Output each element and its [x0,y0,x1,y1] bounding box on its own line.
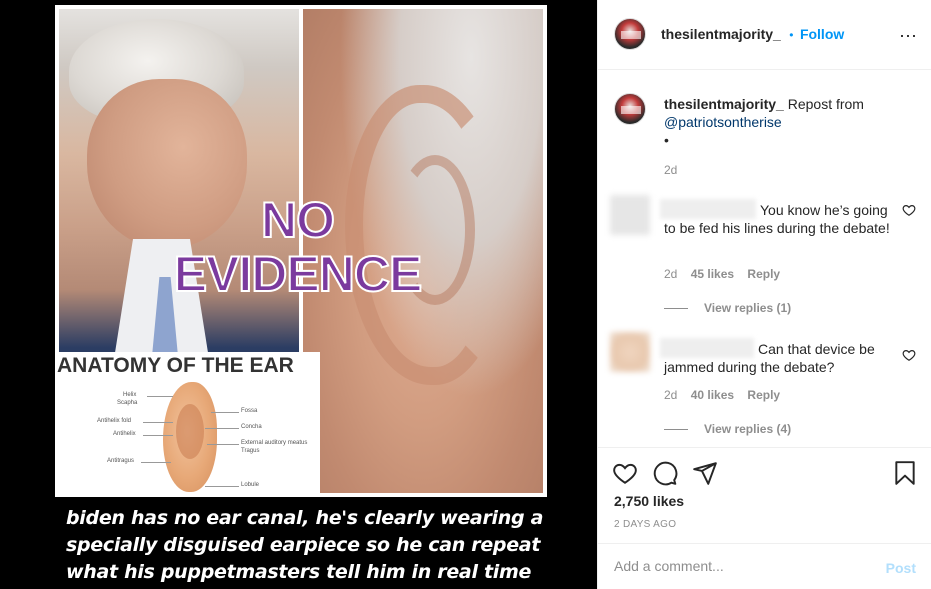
reply-button[interactable]: Reply [747,388,780,402]
reply-button[interactable]: Reply [747,267,780,281]
overlay-line-2: EVIDENCE [173,246,424,302]
ear-label: Scapha [117,400,138,406]
view-replies-button[interactable]: View replies (1) [664,301,791,315]
avatar[interactable] [614,93,646,125]
likes-count[interactable]: 2,750 likes [614,493,684,509]
caption-time[interactable]: 2d [664,161,904,179]
comment-likes[interactable]: 45 likes [691,267,734,281]
anatomy-title: ANATOMY OF THE EAR [57,354,294,377]
caption-bullet: • [664,132,669,148]
ear-label: Concha [241,424,262,430]
ear-label: Helix [123,392,137,398]
comment-likes[interactable]: 40 likes [691,388,734,402]
heart-icon[interactable] [902,348,916,362]
comments-section[interactable]: thesilentmajority_ Repost from @patriots… [598,71,931,447]
bookmark-icon[interactable] [892,460,918,486]
caption-line: what his puppetmasters tell him in real … [66,561,532,583]
ear-anatomy-diagram: ANATOMY OF THE EAR Helix Scapha Antiheli… [55,352,320,497]
commenter-avatar[interactable] [610,332,650,372]
no-evidence-overlay: NO EVIDENCE [155,192,440,302]
comment-text: Can that device be jammed during the deb… [664,341,875,375]
ear-label: Antihelix [113,431,136,437]
post-date[interactable]: 2 DAYS AGO [614,519,676,530]
ear-label: External auditory meatus [241,440,308,446]
post-button[interactable]: Post [886,560,916,576]
ear-label: Antihelix fold [97,418,132,424]
separator-dot: • [789,28,794,42]
post-actions: 2,750 likes 2 DAYS AGO [598,447,931,543]
caption-line: specially disguised earpiece so he can r… [66,534,541,556]
header-username[interactable]: thesilentmajority_ [661,26,781,42]
ear-label: Tragus [241,448,260,454]
ear-label: Antitragus [107,458,135,464]
avatar[interactable] [614,18,646,50]
heart-icon[interactable] [902,203,916,217]
comment-text: You know he’s going to be fed his lines … [664,202,890,236]
comment-time[interactable]: 2d [664,388,677,402]
view-replies-button[interactable]: View replies (4) [664,422,791,436]
caption-text: Repost from [787,96,864,112]
post-header: thesilentmajority_ • Follow ⋯ [598,0,931,70]
caption-username[interactable]: thesilentmajority_ [664,96,784,112]
ear-label: Fossa [241,408,258,414]
post-media[interactable]: NO EVIDENCE ANATOMY OF THE EAR Helix Sca… [0,0,597,589]
overlay-line-1: NO [260,192,336,248]
add-comment-bar: Post [598,543,931,589]
more-options-icon[interactable]: ⋯ [899,26,918,47]
comment-icon[interactable] [652,460,678,486]
ear-label: Lobule [241,482,260,488]
comment-input[interactable] [614,558,864,574]
post-sidebar: thesilentmajority_ • Follow ⋯ thesilentm… [597,0,931,589]
meme-caption: biden has no ear canal, he's clearly wea… [66,505,566,586]
comment-time[interactable]: 2d [664,267,677,281]
share-icon[interactable] [692,460,718,486]
heart-icon[interactable] [612,460,638,486]
commenter-avatar[interactable] [610,195,650,235]
mention-link[interactable]: @patriotsontherise [664,114,782,130]
meme-image: NO EVIDENCE ANATOMY OF THE EAR Helix Sca… [55,5,547,497]
caption-line: biden has no ear canal, he's clearly wea… [66,507,544,529]
follow-button[interactable]: Follow [800,26,844,42]
